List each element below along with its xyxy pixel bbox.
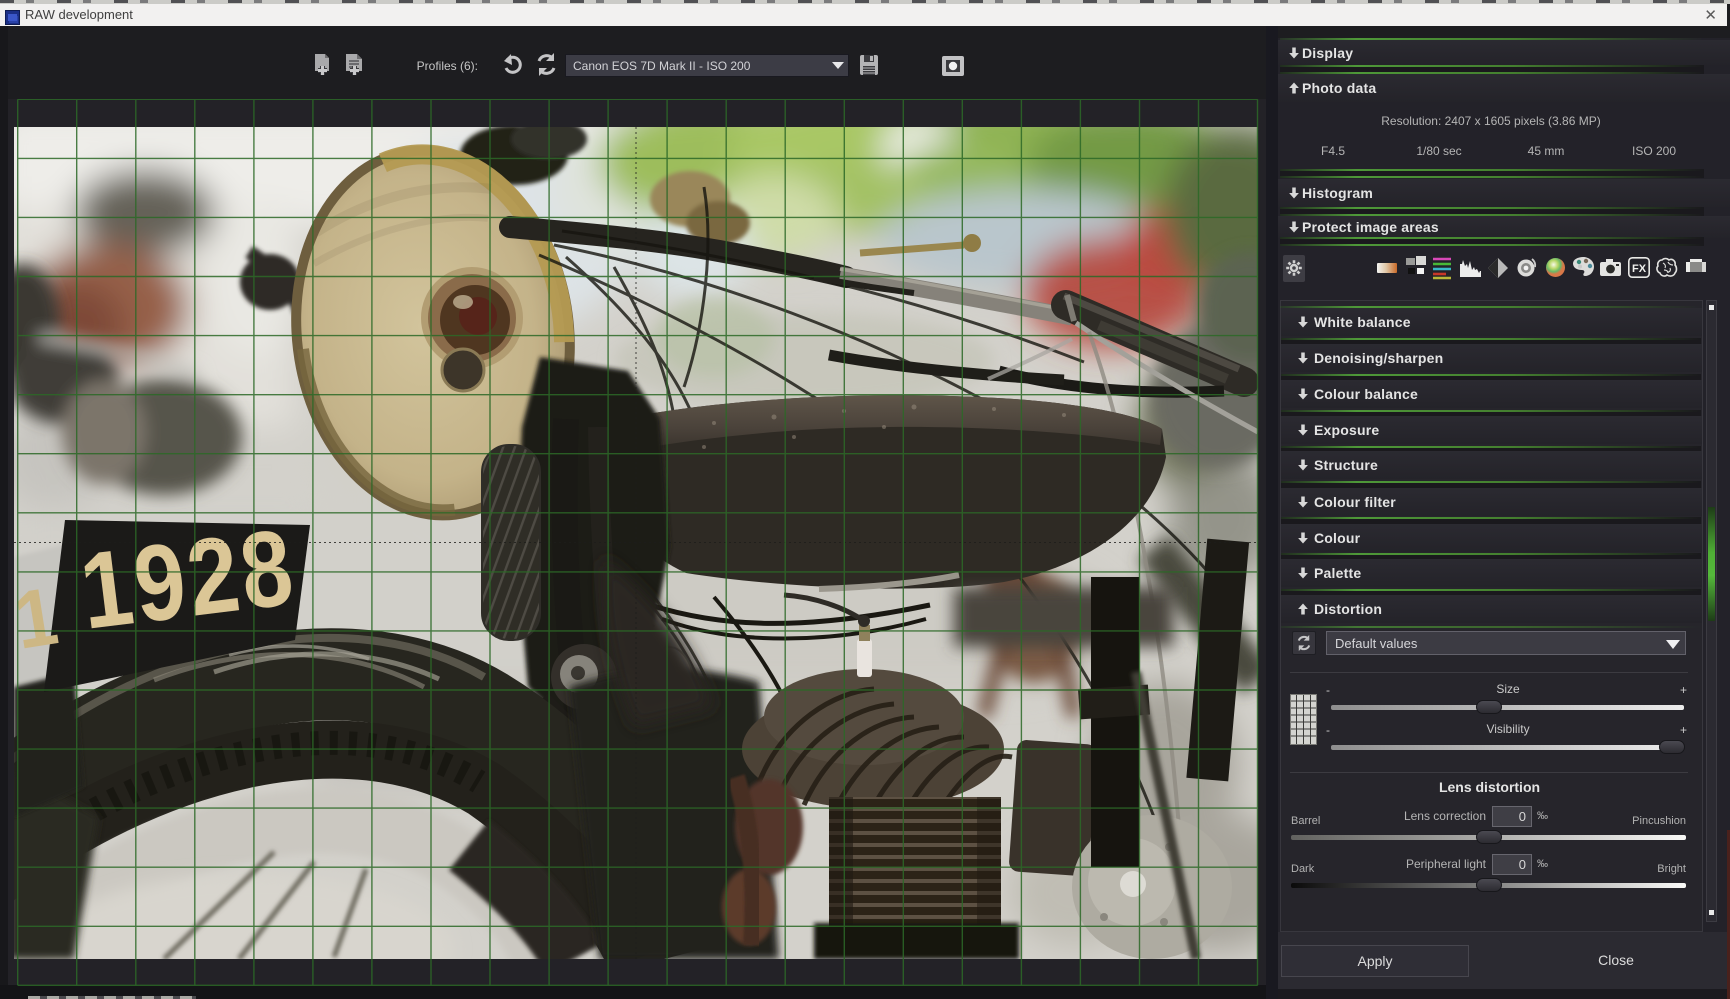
svg-text:FX: FX (1632, 263, 1647, 275)
